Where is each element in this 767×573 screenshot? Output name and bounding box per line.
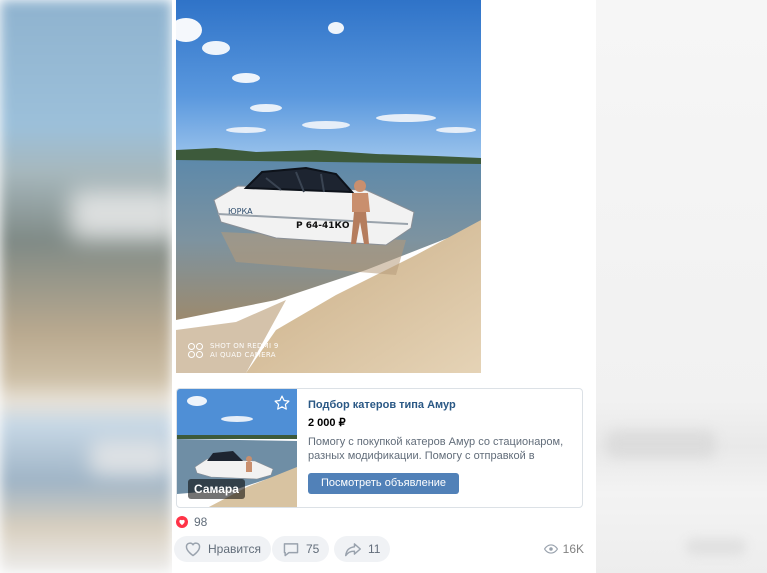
reactions-count: 98 bbox=[194, 515, 208, 529]
comment-button[interactable]: 75 bbox=[272, 536, 330, 562]
share-count: 11 bbox=[368, 542, 381, 556]
like-label: Нравится bbox=[208, 542, 261, 556]
watermark-line-2: AI QUAD CAMERA bbox=[210, 351, 276, 359]
views-count: 16K bbox=[562, 542, 584, 556]
city-badge: Самара bbox=[188, 479, 245, 499]
heart-icon bbox=[176, 516, 188, 528]
view-listing-button[interactable]: Посмотреть объявление bbox=[308, 473, 460, 494]
comment-count: 75 bbox=[306, 542, 320, 556]
star-outline-icon[interactable] bbox=[273, 394, 293, 414]
heart-outline-icon bbox=[185, 542, 201, 557]
blurred-background-right bbox=[596, 0, 767, 573]
like-button[interactable]: Нравится bbox=[174, 536, 271, 562]
reactions-summary[interactable]: 98 bbox=[176, 515, 207, 529]
post-photo[interactable]: ЮРКА Р 64-41КО SHOT ON REDMI 9 AI QUAD C… bbox=[176, 0, 481, 373]
views-counter: 16K bbox=[543, 536, 584, 562]
share-button[interactable]: 11 bbox=[334, 536, 391, 562]
post: ЮРКА Р 64-41КО SHOT ON REDMI 9 AI QUAD C… bbox=[172, 0, 596, 573]
boat-name-text: ЮРКА bbox=[228, 207, 253, 216]
market-listing-card[interactable]: Самара Подбор катеров типа Амур 2 000 ₽ … bbox=[176, 388, 583, 508]
watermark-line-1: SHOT ON REDMI 9 bbox=[210, 342, 279, 350]
listing-price: 2 000 ₽ bbox=[308, 417, 346, 429]
camera-lens-icon bbox=[188, 343, 204, 359]
post-action-bar: Нравится 75 11 16K bbox=[174, 536, 590, 562]
listing-title[interactable]: Подбор катеров типа Амур bbox=[308, 398, 576, 413]
comment-icon bbox=[283, 543, 299, 557]
boat-photo-image: ЮРКА Р 64-41КО bbox=[176, 0, 481, 373]
blurred-background-left bbox=[0, 0, 180, 573]
listing-description: Помогу с покупкой катеров Амур со стацио… bbox=[308, 436, 564, 462]
share-icon bbox=[344, 543, 361, 557]
boat-number-text: Р 64-41КО bbox=[296, 221, 350, 231]
camera-watermark: SHOT ON REDMI 9 AI QUAD CAMERA bbox=[188, 342, 279, 360]
eye-icon bbox=[543, 544, 558, 554]
